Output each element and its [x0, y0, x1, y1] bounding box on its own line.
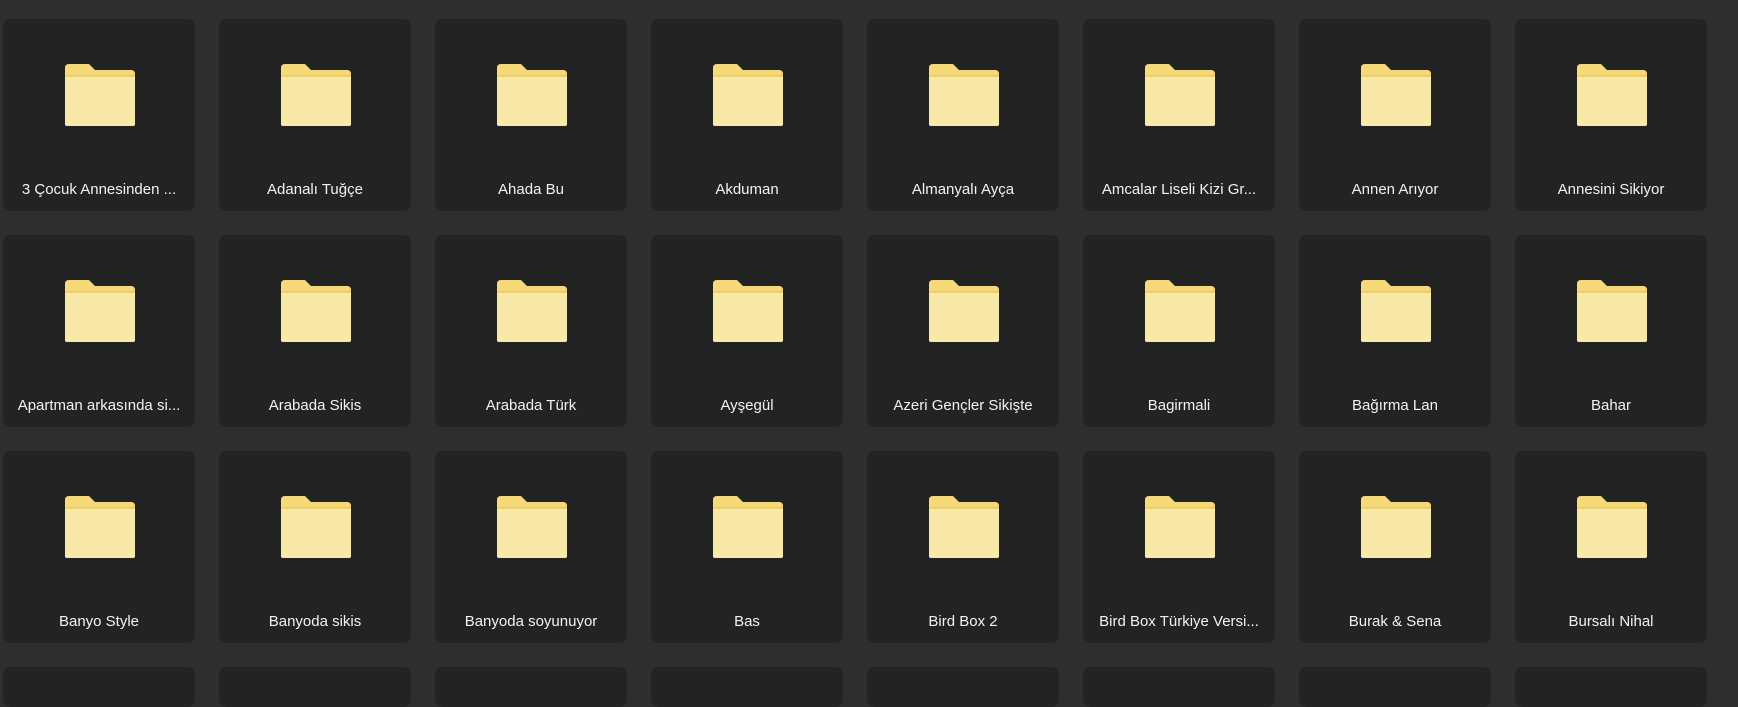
folder-tile[interactable] — [1083, 667, 1275, 707]
folder-name: Bird Box 2 — [928, 613, 998, 630]
folder-tile[interactable]: Apartman arkasında si... — [3, 235, 195, 427]
folder-name: Bas — [734, 613, 760, 630]
folder-tile[interactable]: Almanyalı Ayça — [867, 19, 1059, 211]
folder-tile[interactable] — [1515, 667, 1707, 707]
folder-tile[interactable]: Burak & Sena — [1299, 451, 1491, 643]
folder-tile[interactable]: Banyoda sikis — [219, 451, 411, 643]
folder-tile[interactable]: Bas — [651, 451, 843, 643]
folder-tile[interactable]: Annen Arıyor — [1299, 19, 1491, 211]
folder-name: Bursalı Nihal — [1568, 613, 1654, 630]
folder-tile[interactable]: Akduman — [651, 19, 843, 211]
folder-tile[interactable]: Bağırma Lan — [1299, 235, 1491, 427]
folder-icon — [1145, 496, 1215, 558]
folder-icon — [1577, 280, 1647, 342]
folder-tile[interactable]: Azeri Gençler Sikişte — [867, 235, 1059, 427]
folder-tile[interactable] — [435, 667, 627, 707]
folder-icon — [497, 496, 567, 558]
folder-icon — [65, 64, 135, 126]
folder-icon — [281, 64, 351, 126]
folder-name: Almanyalı Ayça — [911, 181, 1015, 198]
folder-name: Bird Box Türkiye Versi... — [1099, 613, 1259, 630]
folder-tile[interactable]: Banyoda soyunuyor — [435, 451, 627, 643]
folder-icon — [1145, 64, 1215, 126]
folder-tile[interactable]: Ahada Bu — [435, 19, 627, 211]
folder-icon — [929, 64, 999, 126]
folder-name: Arabada Sikis — [268, 397, 362, 414]
folder-icon — [929, 496, 999, 558]
folder-name: Annen Arıyor — [1351, 181, 1439, 198]
folder-tile[interactable]: Bursalı Nihal — [1515, 451, 1707, 643]
folder-name: Banyoda sikis — [268, 613, 362, 630]
folder-name: Bağırma Lan — [1352, 397, 1438, 414]
folder-name: Akduman — [715, 181, 779, 198]
folder-name: Banyoda soyunuyor — [464, 613, 598, 630]
folder-tile[interactable]: Bagirmali — [1083, 235, 1275, 427]
folder-grid-next-row — [3, 667, 1707, 707]
folder-name: Arabada Türk — [485, 397, 577, 414]
folder-icon — [65, 496, 135, 558]
folder-tile[interactable]: 3 Çocuk Annesinden ... — [3, 19, 195, 211]
folder-tile[interactable] — [219, 667, 411, 707]
folder-tile[interactable] — [3, 667, 195, 707]
folder-icon — [713, 64, 783, 126]
folder-icon — [1577, 496, 1647, 558]
folder-icon — [1361, 280, 1431, 342]
folder-tile[interactable] — [651, 667, 843, 707]
folder-icon — [929, 280, 999, 342]
folder-tile[interactable] — [1299, 667, 1491, 707]
folder-name: Amcalar Liseli Kizi Gr... — [1101, 181, 1257, 198]
folder-grid: 3 Çocuk Annesinden ... Adanalı Tuğçe Aha… — [3, 19, 1707, 643]
folder-name: Bagirmali — [1147, 397, 1211, 414]
folder-icon — [281, 496, 351, 558]
folder-name: Azeri Gençler Sikişte — [893, 397, 1033, 414]
folder-name: Bahar — [1590, 397, 1632, 414]
folder-name: Ahada Bu — [498, 181, 564, 198]
folder-tile[interactable]: Bahar — [1515, 235, 1707, 427]
folder-name: Burak & Sena — [1348, 613, 1442, 630]
folder-icon — [1361, 496, 1431, 558]
folder-icon — [1145, 280, 1215, 342]
folder-tile[interactable]: Banyo Style — [3, 451, 195, 643]
folder-icon — [65, 280, 135, 342]
folder-tile[interactable] — [867, 667, 1059, 707]
folder-tile[interactable]: Ayşegül — [651, 235, 843, 427]
folder-name: Apartman arkasında si... — [17, 397, 181, 414]
folder-tile[interactable]: Bird Box Türkiye Versi... — [1083, 451, 1275, 643]
folder-name: Ayşegül — [720, 397, 774, 414]
folder-tile[interactable]: Bird Box 2 — [867, 451, 1059, 643]
folder-icon — [713, 280, 783, 342]
folder-tile[interactable]: Arabada Türk — [435, 235, 627, 427]
folder-icon — [497, 280, 567, 342]
folder-icon — [1577, 64, 1647, 126]
folder-icon — [1361, 64, 1431, 126]
folder-name: Annesini Sikiyor — [1557, 181, 1665, 198]
folder-icon — [281, 280, 351, 342]
folder-tile[interactable]: Annesini Sikiyor — [1515, 19, 1707, 211]
folder-name: Banyo Style — [58, 613, 140, 630]
folder-tile[interactable]: Amcalar Liseli Kizi Gr... — [1083, 19, 1275, 211]
folder-tile[interactable]: Adanalı Tuğçe — [219, 19, 411, 211]
folder-name: Adanalı Tuğçe — [267, 181, 363, 198]
folder-tile[interactable]: Arabada Sikis — [219, 235, 411, 427]
folder-name: 3 Çocuk Annesinden ... — [21, 181, 177, 198]
folder-icon — [497, 64, 567, 126]
folder-icon — [713, 496, 783, 558]
